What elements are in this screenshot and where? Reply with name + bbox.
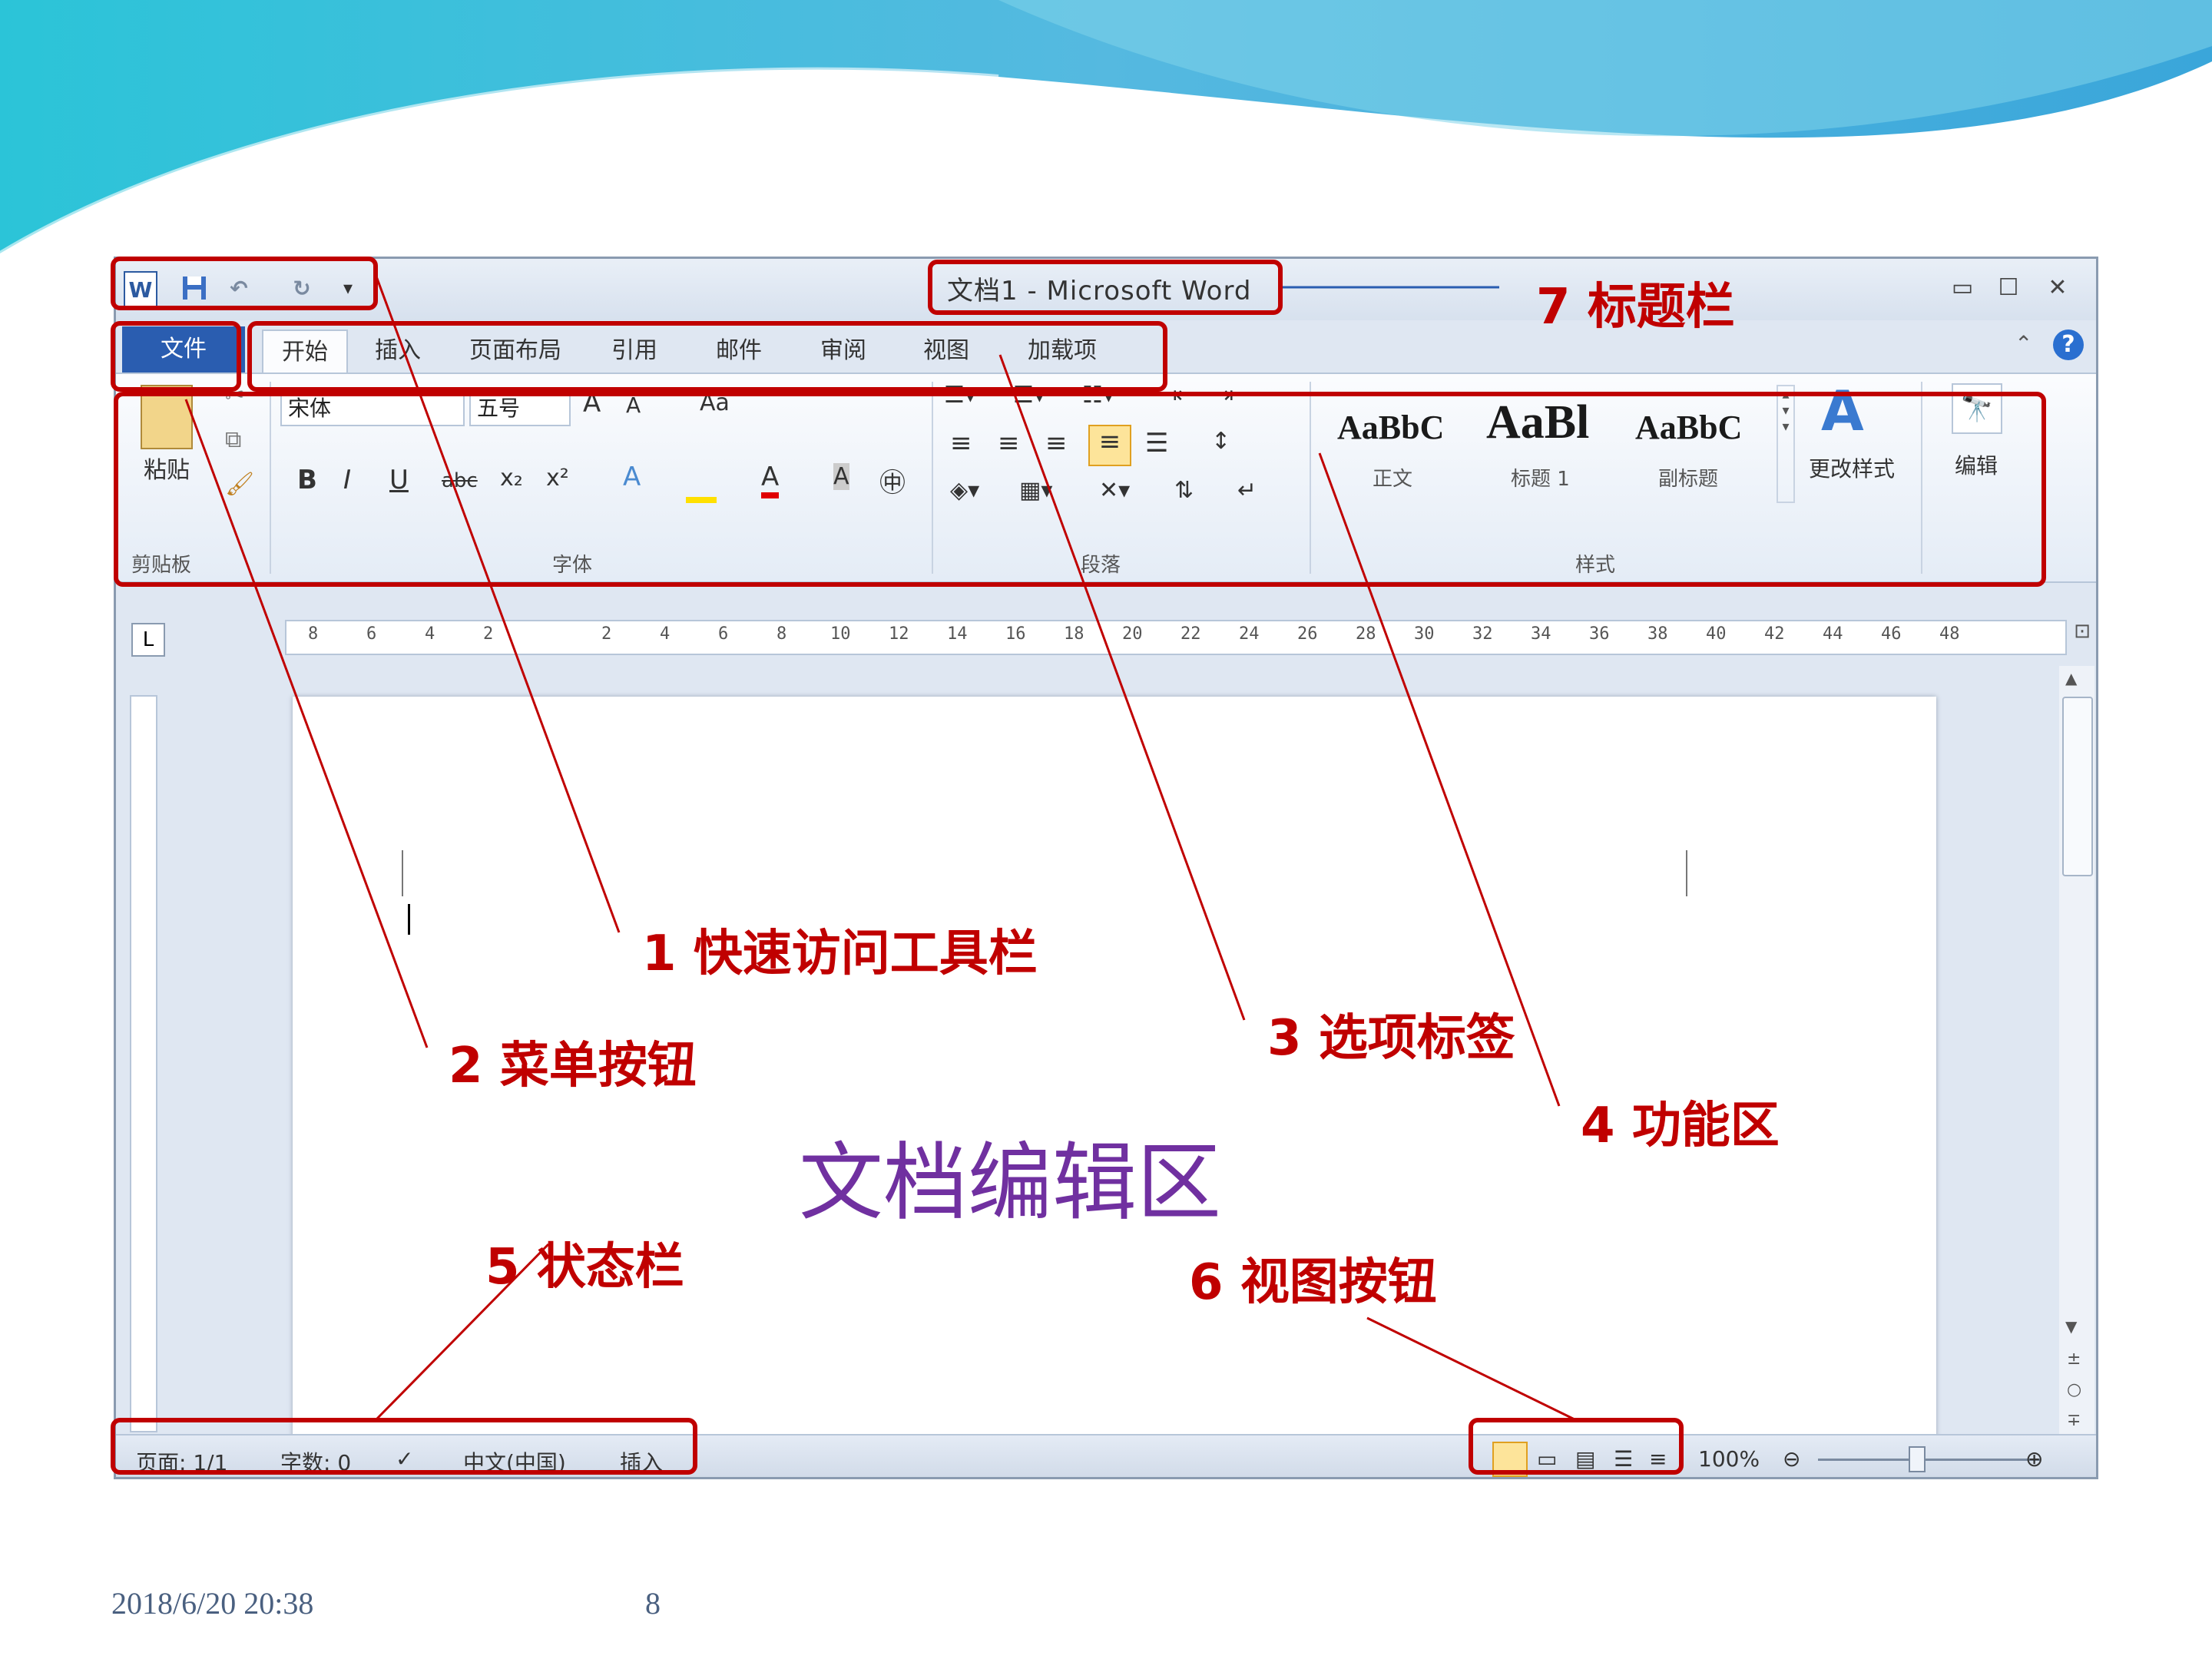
ribbon-minimize-icon[interactable]: ⌃: [2015, 331, 2032, 356]
footer-date: 2018/6/20 20:38: [111, 1586, 314, 1621]
highlight-ribbon: [114, 392, 2046, 587]
edit-area-label: 文档编辑区: [799, 1134, 1221, 1232]
annotation-status-bar: 5 状态栏: [485, 1239, 684, 1296]
ruler-number: 2: [483, 624, 494, 644]
ruler-number: 30: [1414, 624, 1435, 644]
highlight-quick-access: [111, 257, 378, 310]
ruler-number: 14: [947, 624, 968, 644]
ruler-number: 12: [889, 624, 909, 644]
annotation-view-buttons: 6 视图按钮: [1189, 1254, 1437, 1311]
ruler-number: 6: [366, 624, 377, 644]
ruler-number: 40: [1706, 624, 1727, 644]
ruler-number: 22: [1181, 624, 1201, 644]
zoom-level[interactable]: 100%: [1698, 1446, 1760, 1472]
ruler-number: 6: [718, 624, 729, 644]
footer-page-number: 8: [645, 1586, 661, 1621]
ruler-number: 4: [425, 624, 435, 644]
annotation-tabs: 3 选项标签: [1267, 1010, 1515, 1067]
ruler-number: 8: [777, 624, 787, 644]
annotation-ribbon: 4 功能区: [1581, 1098, 1780, 1154]
text-cursor: [408, 904, 410, 935]
ruler-number: 44: [1823, 624, 1843, 644]
annotation-title-bar: 7 标题栏: [1536, 279, 1735, 336]
scroll-down-icon[interactable]: ▼: [2065, 1317, 2077, 1336]
highlight-status-bar: [111, 1418, 697, 1475]
margin-mark-right: [1686, 850, 1687, 896]
browse-object-icon[interactable]: ○: [2067, 1380, 2081, 1399]
ruler-number: 4: [660, 624, 671, 644]
vertical-ruler[interactable]: [130, 695, 157, 1432]
scroll-thumb[interactable]: [2062, 697, 2093, 876]
highlight-title-bar: [928, 260, 1283, 315]
help-icon[interactable]: ?: [2053, 329, 2084, 360]
ruler-number: 16: [1005, 624, 1026, 644]
ruler-number: 32: [1472, 624, 1493, 644]
highlight-view-buttons: [1469, 1418, 1684, 1475]
ruler-number: 36: [1589, 624, 1610, 644]
ruler-number: 28: [1356, 624, 1376, 644]
ruler-number: 26: [1297, 624, 1318, 644]
zoom-slider-thumb[interactable]: [1909, 1446, 1926, 1472]
tab-selector[interactable]: L: [131, 623, 165, 657]
scroll-up-icon[interactable]: ▲: [2065, 669, 2077, 687]
zoom-out-icon[interactable]: ⊖: [1783, 1446, 1800, 1472]
highlight-file-menu: [111, 321, 241, 392]
ruler-number: 2: [601, 624, 612, 644]
view-ruler-icon[interactable]: ⊡: [2067, 620, 2096, 655]
ruler-number: 8: [308, 624, 319, 644]
ruler-number: 42: [1764, 624, 1785, 644]
ruler-number: 46: [1881, 624, 1902, 644]
slide-header-wave: [0, 0, 2212, 256]
margin-mark-left: [402, 850, 403, 896]
annotation-menu-button: 2 菜单按钮: [449, 1038, 697, 1094]
next-page-icon[interactable]: ∓: [2067, 1411, 2081, 1430]
prev-page-icon[interactable]: ±: [2067, 1349, 2081, 1369]
ruler-number: 24: [1239, 624, 1260, 644]
ruler-number: 48: [1939, 624, 1960, 644]
annotation-quick-access: 1 快速访问工具栏: [642, 926, 1038, 982]
maximize-button[interactable]: ☐: [1992, 273, 2025, 303]
ruler-number: 10: [830, 624, 851, 644]
vertical-scrollbar[interactable]: ▲ ▼ ± ○ ∓: [2059, 666, 2094, 1442]
zoom-slider[interactable]: [1818, 1459, 2041, 1461]
close-button[interactable]: ✕: [2041, 273, 2075, 303]
ruler-number: 38: [1647, 624, 1668, 644]
minimize-button[interactable]: ▭: [1945, 273, 1979, 303]
horizontal-ruler[interactable]: 8 6 4 2 2 4 6 8 10 12 14 16 18 20 22 24 …: [285, 620, 2067, 655]
ruler-number: 20: [1122, 624, 1143, 644]
highlight-tabs: [247, 321, 1167, 392]
zoom-in-icon[interactable]: ⊕: [2025, 1446, 2043, 1472]
ruler-number: 34: [1531, 624, 1551, 644]
ruler-number: 18: [1064, 624, 1084, 644]
